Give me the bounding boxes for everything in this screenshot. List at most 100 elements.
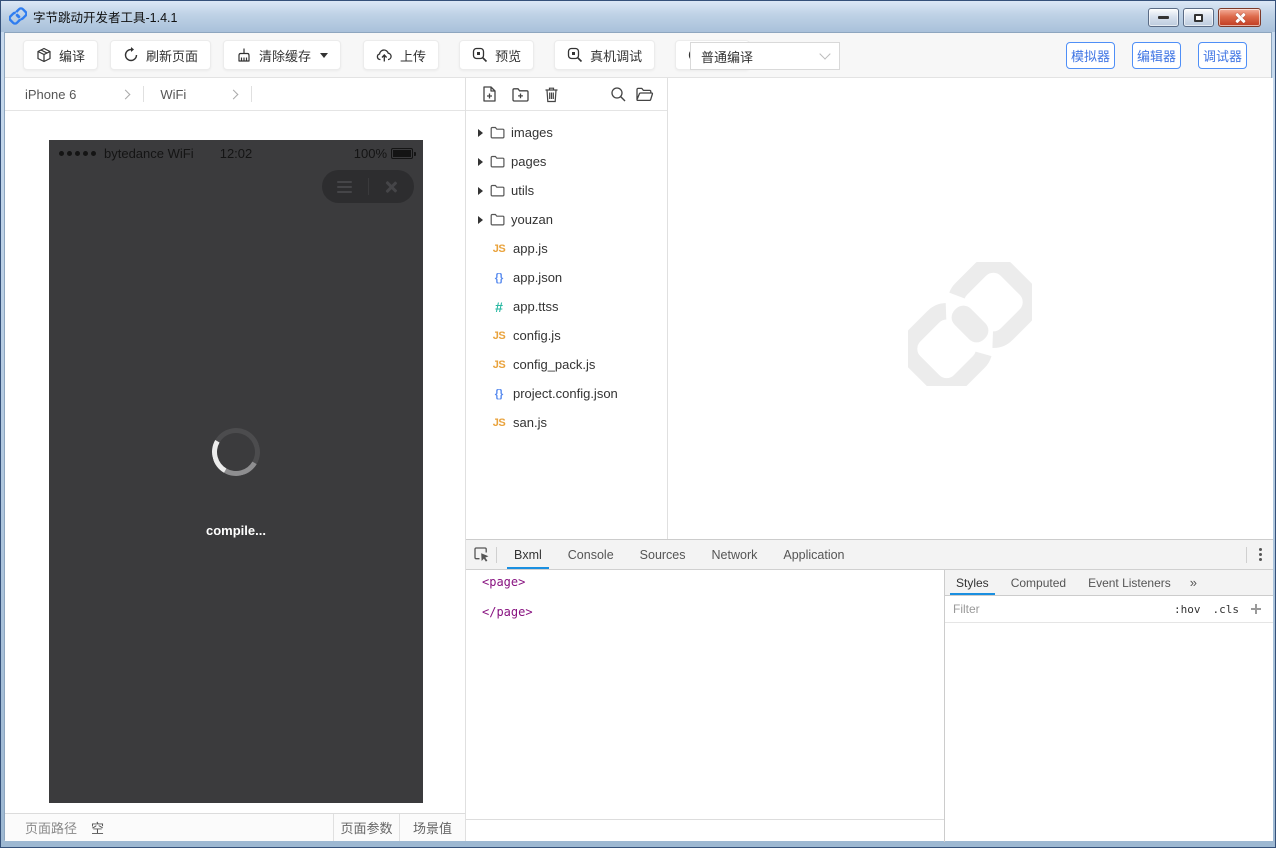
tab-styles[interactable]: Styles xyxy=(945,570,1000,595)
qr-scan-icon xyxy=(567,47,583,63)
code-line-blank xyxy=(482,590,944,605)
expand-triangle-icon[interactable] xyxy=(478,129,483,137)
clear-cache-button[interactable]: 清除缓存 xyxy=(223,40,341,70)
window-title: 字节跳动开发者工具-1.4.1 xyxy=(33,7,177,26)
capsule-menu-button[interactable] xyxy=(322,181,368,193)
maximize-button[interactable] xyxy=(1183,8,1214,27)
network-selector[interactable]: WiFi xyxy=(144,87,251,102)
upload-button[interactable]: 上传 xyxy=(363,40,439,70)
js-file-icon: JS xyxy=(490,417,508,429)
tree-file-app-json[interactable]: {} app.json xyxy=(466,263,667,292)
editor-stage xyxy=(668,78,1273,539)
new-folder-button[interactable] xyxy=(509,83,531,105)
json-file-icon: {} xyxy=(490,272,508,284)
file-name: san.js xyxy=(513,415,547,430)
simulator-status-bar: 页面路径 空 页面参数 场景值 xyxy=(5,813,466,841)
device-name: iPhone 6 xyxy=(25,87,76,102)
tab-console-label: Console xyxy=(568,548,614,562)
tree-folder-images[interactable]: images xyxy=(466,118,667,147)
tab-computed-label: Computed xyxy=(1011,576,1066,590)
capsule-close-button[interactable] xyxy=(369,180,415,194)
device-selector[interactable]: iPhone 6 xyxy=(5,87,143,102)
minimize-button[interactable] xyxy=(1148,8,1179,27)
tree-folder-utils[interactable]: utils xyxy=(466,176,667,205)
code-line[interactable]: <page> xyxy=(482,575,944,590)
open-folder-button[interactable] xyxy=(633,83,655,105)
tree-file-config-js[interactable]: JS config.js xyxy=(466,321,667,350)
battery-icon xyxy=(391,148,413,159)
styles-tabbar: Styles Computed Event Listeners » xyxy=(945,570,1273,596)
page-params-button[interactable]: 页面参数 xyxy=(333,814,399,841)
tab-application[interactable]: Application xyxy=(770,540,857,569)
more-tabs-button[interactable]: » xyxy=(1182,575,1205,590)
delete-file-button[interactable] xyxy=(540,83,562,105)
refresh-page-button[interactable]: 刷新页面 xyxy=(110,40,211,70)
styles-filter-row: :hov .cls xyxy=(945,596,1273,623)
titlebar: 字节跳动开发者工具-1.4.1 xyxy=(0,0,1276,32)
search-file-button[interactable] xyxy=(607,83,629,105)
file-explorer-panel: images pages utils youzan JS app.js xyxy=(466,78,668,539)
scene-value-label: 场景值 xyxy=(413,818,452,837)
ttss-file-icon: # xyxy=(490,299,508,315)
phone-screen: bytedance WiFi 12:02 100% compile... xyxy=(49,140,423,803)
clear-cache-dropdown-icon[interactable] xyxy=(320,53,328,58)
devtools-tabbar: Bxml Console Sources Network Application xyxy=(466,540,1273,570)
search-icon xyxy=(610,86,627,103)
pseudo-state-toggle[interactable]: :hov xyxy=(1168,603,1207,616)
close-button[interactable] xyxy=(1218,8,1261,27)
cloud-upload-icon xyxy=(376,47,393,63)
tree-file-app-ttss[interactable]: # app.ttss xyxy=(466,292,667,321)
refresh-icon xyxy=(123,47,139,63)
editor-toggle-button[interactable]: 编辑器 xyxy=(1132,42,1181,69)
tab-computed[interactable]: Computed xyxy=(1000,570,1077,595)
tab-console[interactable]: Console xyxy=(555,540,627,569)
inspect-element-button[interactable] xyxy=(466,540,496,569)
file-name: app.json xyxy=(513,270,562,285)
preview-button[interactable]: 预览 xyxy=(459,40,534,70)
tree-file-app-js[interactable]: JS app.js xyxy=(466,234,667,263)
folder-name: images xyxy=(511,125,553,140)
code-line[interactable]: </page> xyxy=(482,605,944,620)
bxml-code-view[interactable]: <page> </page> xyxy=(466,570,944,819)
styles-filter-input[interactable] xyxy=(953,602,1168,616)
window-controls xyxy=(1148,8,1261,27)
tree-file-project-config-json[interactable]: {} project.config.json xyxy=(466,379,667,408)
tab-sources[interactable]: Sources xyxy=(627,540,699,569)
tab-bxml[interactable]: Bxml xyxy=(501,540,555,569)
tab-event-listeners[interactable]: Event Listeners xyxy=(1077,570,1182,595)
folder-icon xyxy=(490,213,505,226)
expand-triangle-icon[interactable] xyxy=(478,187,483,195)
tree-file-san-js[interactable]: JS san.js xyxy=(466,408,667,437)
compile-mode-select[interactable]: 普通编译 xyxy=(690,42,840,70)
scene-value-button[interactable]: 场景值 xyxy=(399,814,465,841)
tab-sources-label: Sources xyxy=(640,548,686,562)
maximize-icon xyxy=(1194,14,1203,22)
tree-folder-youzan[interactable]: youzan xyxy=(466,205,667,234)
loading-text: compile... xyxy=(49,523,423,538)
expand-triangle-icon[interactable] xyxy=(478,216,483,224)
divider xyxy=(466,819,944,820)
file-toolbar xyxy=(466,78,667,111)
expand-triangle-icon[interactable] xyxy=(478,158,483,166)
tree-folder-pages[interactable]: pages xyxy=(466,147,667,176)
compile-mode-value: 普通编译 xyxy=(701,47,753,66)
debugger-toggle-button[interactable]: 调试器 xyxy=(1198,42,1247,69)
devtools-menu-button[interactable] xyxy=(1247,540,1273,569)
remote-debug-button[interactable]: 真机调试 xyxy=(554,40,655,70)
panel-toggle-group: 模拟器 编辑器 调试器 xyxy=(1066,42,1247,69)
file-name: app.ttss xyxy=(513,299,559,314)
refresh-page-label: 刷新页面 xyxy=(146,46,198,65)
compile-label: 编译 xyxy=(59,46,85,65)
tab-bxml-label: Bxml xyxy=(514,548,542,562)
simulator-toggle-button[interactable]: 模拟器 xyxy=(1066,42,1115,69)
page-params-label: 页面参数 xyxy=(340,818,392,837)
compile-button[interactable]: 编译 xyxy=(23,40,98,70)
chevron-down-icon xyxy=(819,48,830,59)
js-file-icon: JS xyxy=(490,359,508,371)
class-toggle[interactable]: .cls xyxy=(1207,603,1246,616)
tab-network[interactable]: Network xyxy=(699,540,771,569)
new-style-rule-button[interactable] xyxy=(1249,602,1263,616)
tree-file-config-pack-js[interactable]: JS config_pack.js xyxy=(466,350,667,379)
file-tree: images pages utils youzan JS app.js xyxy=(466,111,667,437)
new-file-button[interactable] xyxy=(478,83,500,105)
